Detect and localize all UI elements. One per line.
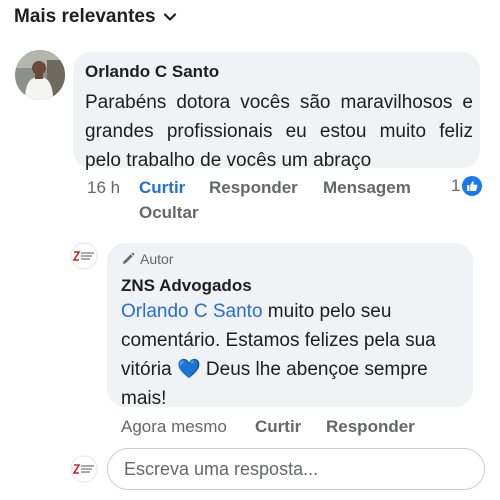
reply-composer[interactable]: [107, 448, 485, 490]
comment-text: Parabéns dotora vocês são maravilhosos e…: [85, 92, 473, 171]
comment-author[interactable]: Orlando C Santo: [85, 62, 219, 82]
reaction-summary[interactable]: 1: [451, 176, 483, 196]
avatar[interactable]: [70, 242, 98, 270]
message-button[interactable]: Mensagem: [323, 178, 411, 198]
reply-author[interactable]: ZNS Advogados: [121, 276, 252, 296]
author-badge-label: Autor: [140, 251, 174, 267]
comment-timestamp[interactable]: 16 h: [87, 178, 120, 198]
sort-label: Mais relevantes: [14, 6, 156, 27]
like-button[interactable]: Curtir: [139, 178, 185, 198]
chevron-down-icon: [163, 13, 176, 21]
thumbs-up-icon: [462, 176, 483, 196]
mention-link[interactable]: Orlando C Santo: [121, 301, 263, 322]
avatar[interactable]: [15, 50, 65, 100]
reply-input[interactable]: [122, 457, 484, 481]
sort-dropdown[interactable]: Mais relevantes: [14, 6, 177, 28]
avatar: [70, 455, 98, 483]
reply-timestamp[interactable]: Agora mesmo: [121, 417, 227, 437]
reply-button[interactable]: Responder: [209, 178, 298, 198]
like-button[interactable]: Curtir: [255, 417, 301, 437]
reaction-count: 1: [451, 176, 461, 195]
author-badge: Autor: [121, 251, 173, 267]
pencil-icon: [123, 252, 135, 264]
reply-text: Orlando C Santo muito pelo seu comentári…: [121, 297, 466, 413]
reply-button[interactable]: Responder: [326, 417, 415, 437]
hide-button[interactable]: Ocultar: [139, 203, 199, 223]
blue-heart-icon: 💙: [176, 359, 201, 380]
